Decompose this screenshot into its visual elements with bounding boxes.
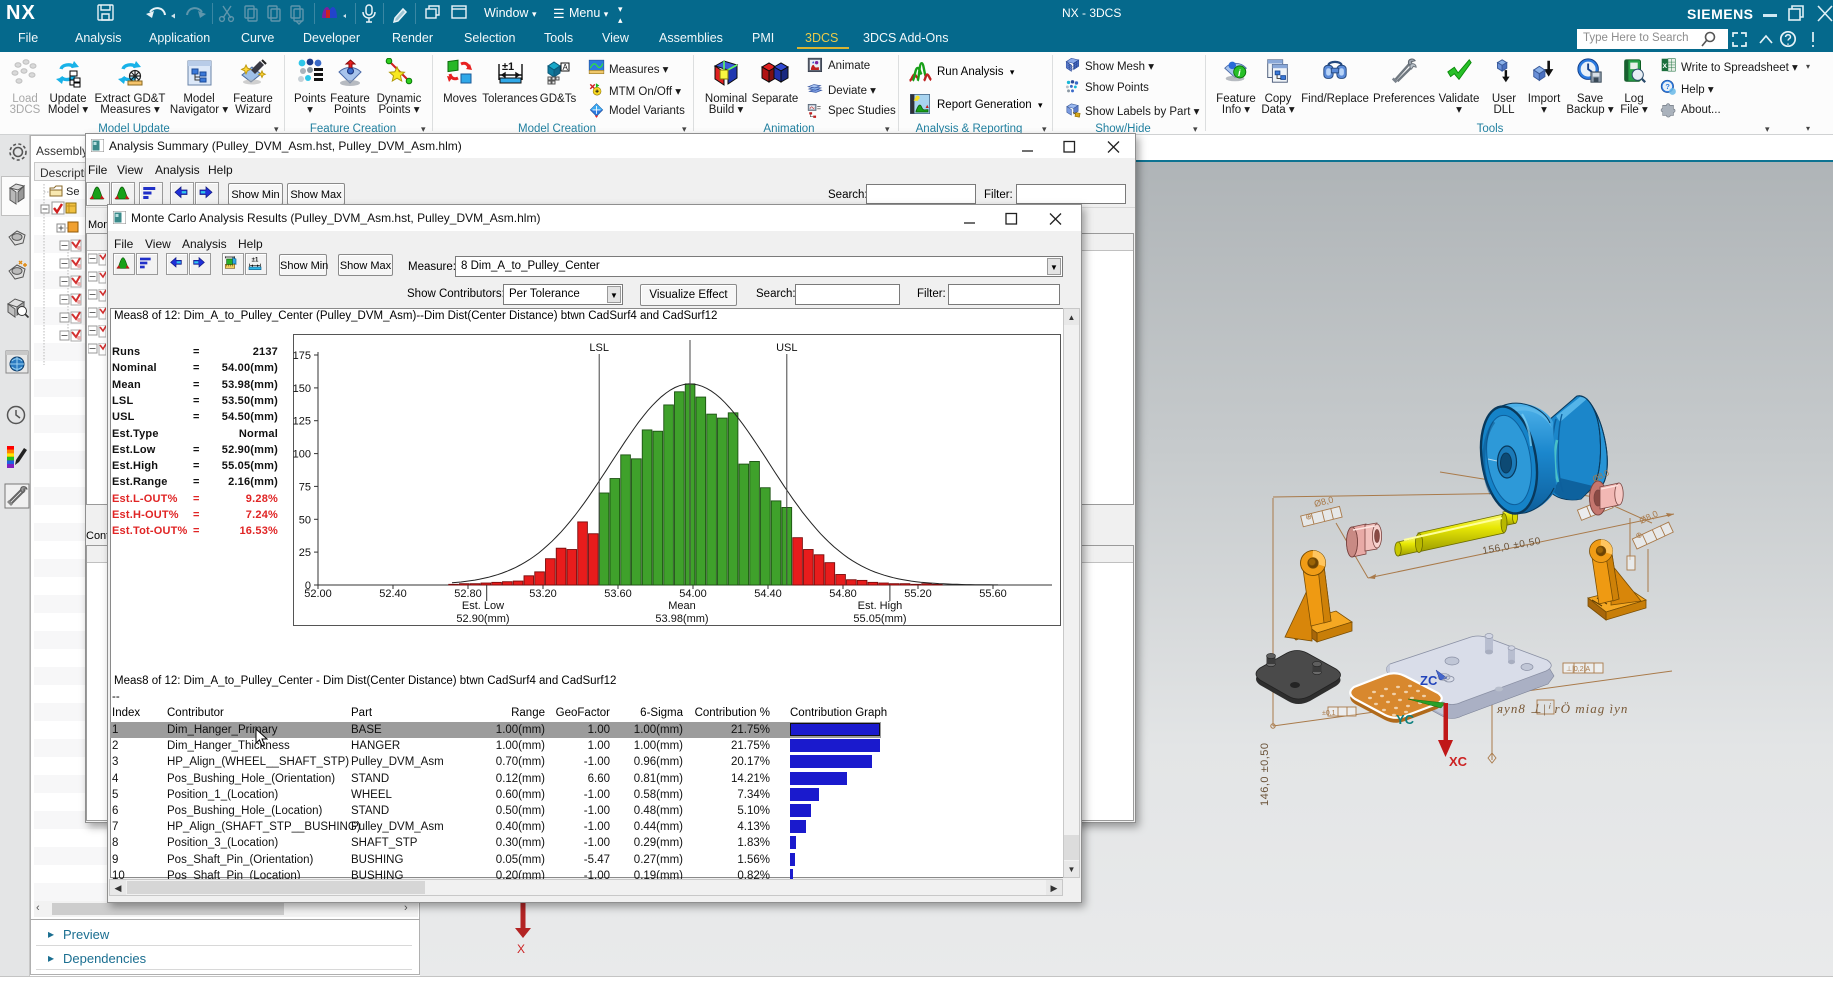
svg-text:⊥|0,2|A: ⊥|0,2|A xyxy=(1566,666,1590,673)
svg-text:XC: XC xyxy=(1449,754,1468,769)
svg-text:54.00: 54.00 xyxy=(679,588,707,600)
svg-text:54.40: 54.40 xyxy=(754,588,782,600)
svg-text:±1: ±1 xyxy=(252,258,259,264)
svg-text:YC: YC xyxy=(1396,712,1415,727)
svg-text:50: 50 xyxy=(299,514,311,526)
svg-text:USL: USL xyxy=(776,342,797,354)
svg-text:i: i xyxy=(1238,68,1241,78)
svg-text:54.80: 54.80 xyxy=(829,588,857,600)
svg-text:53.98(mm): 53.98(mm) xyxy=(655,613,708,625)
svg-text:100: 100 xyxy=(293,449,311,461)
svg-text:146,0 ±0,50: 146,0 ±0,50 xyxy=(1259,742,1271,806)
svg-text:X: X xyxy=(1663,63,1668,70)
svg-text:55.05(mm): 55.05(mm) xyxy=(853,613,906,625)
svg-text:X: X xyxy=(517,942,525,956)
svg-text:52.40: 52.40 xyxy=(379,588,407,600)
svg-text:52.80: 52.80 xyxy=(454,588,482,600)
svg-text:Est. Low: Est. Low xyxy=(462,600,504,612)
svg-text:25: 25 xyxy=(299,547,311,559)
svg-text:175: 175 xyxy=(293,350,311,362)
svg-text:±0,1: ±0,1 xyxy=(1322,710,1336,717)
svg-text:Est. High: Est. High xyxy=(858,600,903,612)
svg-text:52.00: 52.00 xyxy=(304,588,332,600)
svg-text:55.20: 55.20 xyxy=(904,588,932,600)
svg-text:53.60: 53.60 xyxy=(604,588,632,600)
svg-text:A: A xyxy=(563,63,569,72)
svg-text:яyn8 ⊥|ⁱ rÖ miag ìyn: яyn8 ⊥|ⁱ rÖ miag ìyn xyxy=(1496,701,1628,716)
svg-text:52.90(mm): 52.90(mm) xyxy=(456,613,509,625)
svg-text:Mean: Mean xyxy=(668,600,696,612)
svg-text:125: 125 xyxy=(293,416,311,428)
svg-text:150: 150 xyxy=(293,383,311,395)
svg-text:±1: ±1 xyxy=(502,61,514,73)
svg-text:75: 75 xyxy=(299,481,311,493)
svg-text:Se: Se xyxy=(66,186,79,198)
svg-text:53.20: 53.20 xyxy=(529,588,557,600)
svg-text:ZC: ZC xyxy=(1420,673,1438,688)
svg-text:LSL: LSL xyxy=(589,342,609,354)
svg-text:55.60: 55.60 xyxy=(979,588,1007,600)
